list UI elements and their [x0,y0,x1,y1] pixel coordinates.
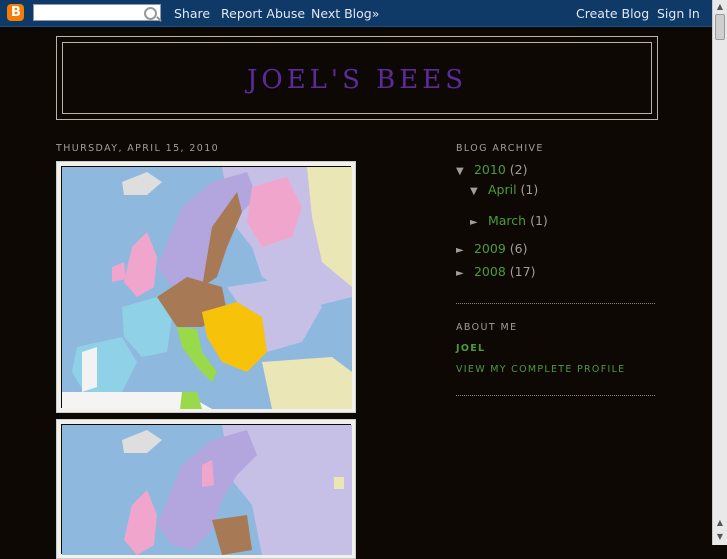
blog-title[interactable]: JOEL'S BEES [63,65,651,95]
europe-map-2 [62,425,352,555]
blogger-navbar: B Share Report Abuse Next Blog» Create B… [0,0,712,27]
archive-label[interactable]: 2009 [474,241,506,256]
map-frame [61,166,352,409]
post-image-map-1[interactable] [56,161,356,413]
collapse-arrow-icon[interactable]: ▼ [456,166,470,177]
profile-name-link[interactable]: JOEL [456,343,485,354]
archive-month-march[interactable]: ► March (1) [470,213,548,228]
archive-label[interactable]: 2010 [474,162,506,177]
archive-label[interactable]: March [488,213,526,228]
expand-arrow-icon[interactable]: ► [456,268,470,279]
blogger-logo-icon[interactable]: B [7,4,24,21]
collapse-arrow-icon[interactable]: ▼ [470,186,484,197]
view-profile-link[interactable]: VIEW MY COMPLETE PROFILE [456,364,625,375]
sign-in-link[interactable]: Sign In [657,6,700,21]
blog-header: JOEL'S BEES [56,36,658,120]
europe-map-1 [62,167,352,409]
archive-count: (2) [509,162,528,177]
scroll-down-icon[interactable]: ▼ [713,530,727,544]
archive-year-2008[interactable]: ► 2008 (17) [456,264,535,279]
share-link[interactable]: Share [174,6,210,21]
search-input[interactable] [33,4,161,21]
archive-year-2010[interactable]: ▼ 2010 (2) [456,162,528,177]
search-icon[interactable] [144,7,157,20]
about-heading: ABOUT ME [456,322,518,333]
archive-count: (6) [509,241,528,256]
archive-label[interactable]: April [488,182,517,197]
archive-count: (17) [509,264,536,279]
archive-label[interactable]: 2008 [474,264,506,279]
post-image-map-2[interactable] [56,419,356,559]
map-frame-2 [61,424,352,555]
archive-month-april[interactable]: ▼ April (1) [470,182,538,197]
expand-arrow-icon[interactable]: ► [470,217,484,228]
scroll-up-icon[interactable]: ▲ [713,0,727,14]
vertical-scrollbar[interactable]: ▲ ▲ ▼ [712,0,727,545]
archive-heading: BLOG ARCHIVE [456,143,544,154]
sidebar-divider [456,303,655,304]
next-blog-link[interactable]: Next Blog» [311,6,379,21]
archive-count: (1) [520,182,539,197]
expand-arrow-icon[interactable]: ► [456,245,470,256]
scroll-up-small-icon[interactable]: ▲ [713,516,727,530]
archive-count: (1) [530,213,548,228]
create-blog-link[interactable]: Create Blog [576,6,649,21]
archive-year-2009[interactable]: ► 2009 (6) [456,241,528,256]
post-date: THURSDAY, APRIL 15, 2010 [56,143,220,154]
blog-header-inner: JOEL'S BEES [62,42,652,114]
report-abuse-link[interactable]: Report Abuse [221,6,305,21]
sidebar-divider [456,395,655,396]
scrollbar-thumb[interactable] [715,14,725,40]
